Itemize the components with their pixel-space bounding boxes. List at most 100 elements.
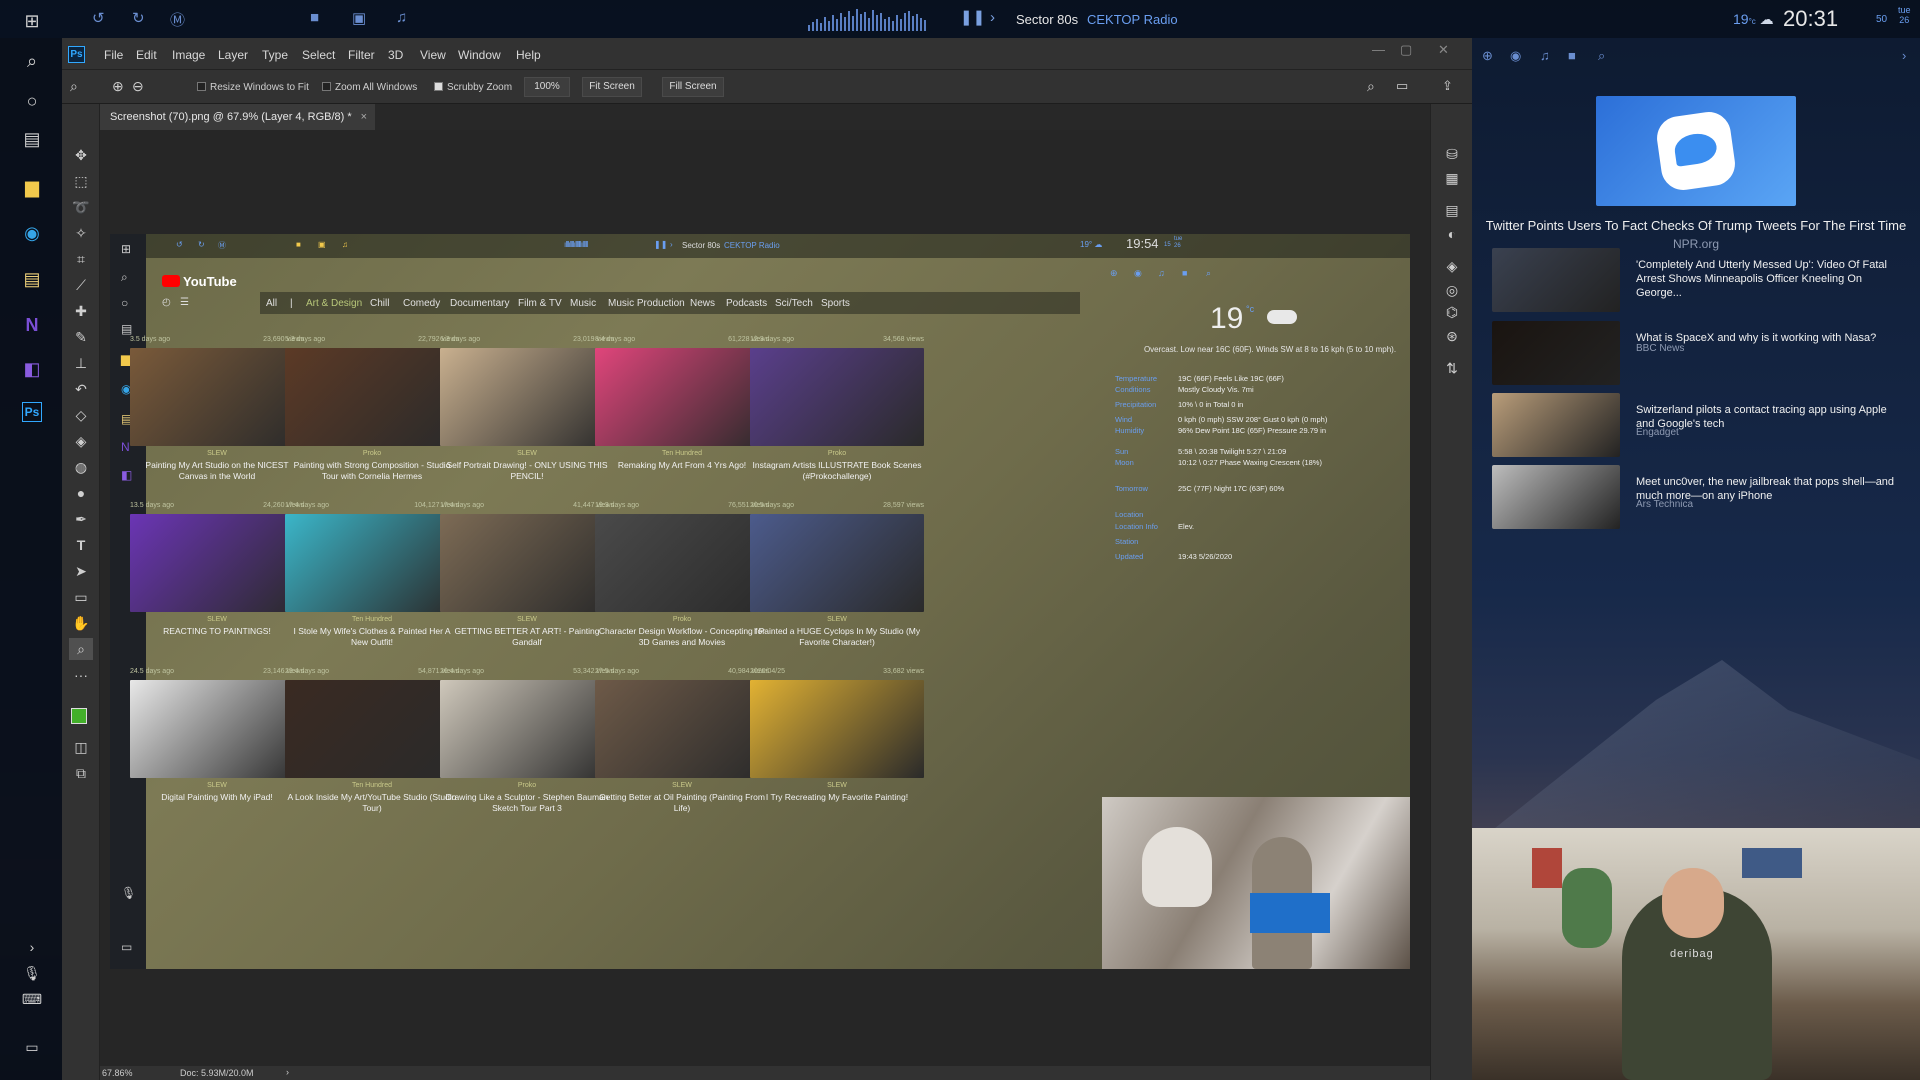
magic-wand-icon[interactable]: ✧ [69,222,93,244]
video-icon[interactable]: ▣ [352,9,366,27]
next-icon[interactable]: › [990,9,995,26]
healing-brush-icon[interactable]: ✚ [69,300,93,322]
menu-layer[interactable]: Layer [218,48,248,62]
adjustments-panel-icon[interactable]: ◐ [1442,226,1462,246]
file-explorer-icon[interactable]: ▆ [19,174,45,200]
minimize-button[interactable]: — [1372,42,1385,57]
eyedropper-icon[interactable]: ⟋ [69,274,93,296]
zoom-value[interactable]: 100% [524,77,570,97]
pause-icon[interactable]: ❚❚ [960,8,985,26]
menu-select[interactable]: Select [302,48,335,62]
more-tools-icon[interactable]: ··· [69,664,93,686]
layers-panel-icon[interactable]: ◈ [1442,258,1462,278]
fit-screen-button[interactable]: Fit Screen [582,77,642,97]
paint-bucket-icon[interactable]: ◈ [69,430,93,452]
visual-studio-icon[interactable]: ◧ [19,356,45,382]
search-icon[interactable]: ⌕ [19,48,45,74]
menu-file[interactable]: File [104,48,123,62]
news-title[interactable]: 'Completely And Utterly Messed Up': Vide… [1636,258,1906,300]
close-tab-icon[interactable]: × [361,104,367,130]
grid-panel-icon[interactable]: ▦ [1442,170,1462,190]
windows-start-icon[interactable]: ⊞ [19,8,45,34]
menu-type[interactable]: Type [262,48,288,62]
task-view-icon[interactable]: ▤ [19,126,45,152]
search-icon[interactable]: ⌕ [1367,78,1375,95]
status-zoom[interactable]: 67.86% [102,1068,133,1078]
cortana-icon[interactable]: ○ [19,88,45,114]
brush-tool-icon[interactable]: ✎ [69,326,93,348]
headphones-icon[interactable]: ♫ [396,9,407,26]
close-button[interactable]: ✕ [1438,42,1449,58]
chevron-right-icon[interactable]: › [19,934,45,960]
folder-icon[interactable]: ■ [310,9,319,26]
path-select-icon[interactable]: ➤ [69,560,93,582]
workspace-icon[interactable]: ▭ [1396,78,1408,94]
screen-mode-icon[interactable]: ⧉ [69,762,93,784]
move-tool-icon[interactable]: ✥ [69,144,93,166]
media-m-icon[interactable]: Ⓜ [170,9,185,30]
menu-view[interactable]: View [420,48,446,62]
news-item[interactable]: Meet unc0ver, the new jailbreak that pop… [1492,465,1902,529]
marquee-tool-icon[interactable]: ⬚ [69,170,93,192]
quick-mask-icon[interactable]: ◫ [69,736,93,758]
3d-panel-icon[interactable]: ⛁ [1442,146,1462,166]
blur-tool-icon[interactable]: ◍ [69,456,93,478]
fill-screen-button[interactable]: Fill Screen [662,77,724,97]
music-icon[interactable]: ♫ [1540,48,1550,63]
onenote-icon[interactable]: N [19,312,45,338]
zoom-tool-icon[interactable]: ⌕ [70,78,78,95]
rectangle-tool-icon[interactable]: ▭ [69,586,93,608]
chevron-right-icon[interactable]: › [1902,48,1906,63]
mic-speaker-icon[interactable]: 🎙 [19,960,45,986]
search-icon[interactable]: ⌕ [1598,48,1605,64]
history-brush-icon[interactable]: ↶ [69,378,93,400]
zoom-tool-icon[interactable]: ⌕ [69,638,93,660]
history-panel-icon[interactable]: ⇅ [1442,360,1462,380]
pen-tool-icon[interactable]: ✒ [69,508,93,530]
inner-media-replay-icon: ↻ [198,240,205,249]
menu-help[interactable]: Help [516,48,541,62]
menu-edit[interactable]: Edit [136,48,157,62]
keyboard-icon[interactable]: ⌨ [19,986,45,1012]
stamp-tool-icon[interactable]: ⊥ [69,352,93,374]
headline-image[interactable] [1596,96,1796,206]
share-icon[interactable]: ⇪ [1442,78,1453,94]
media-prev-icon[interactable]: ↺ [92,9,105,27]
crop-tool-icon[interactable]: ⌗ [69,248,93,270]
scrubby-zoom-checkbox[interactable]: Scrubby Zoom [434,82,512,93]
location-icon[interactable]: ◉ [1510,48,1521,64]
dodge-tool-icon[interactable]: ● [69,482,93,504]
resize-windows-checkbox[interactable]: Resize Windows to Fit [197,82,309,93]
status-chevron-icon[interactable]: › [286,1067,289,1077]
headline-title[interactable]: Twitter Points Users To Fact Checks Of T… [1472,218,1920,233]
libraries-panel-icon[interactable]: ⊛ [1442,328,1462,348]
globe-icon[interactable]: ⊕ [1482,48,1493,64]
notifications-icon[interactable]: ▭ [19,1034,45,1060]
zoom-in-icon[interactable]: ⊕ [112,78,124,95]
properties-panel-icon[interactable]: ▤ [1442,202,1462,222]
paths-panel-icon[interactable]: ⌬ [1442,304,1462,324]
media-replay-icon[interactable]: ↻ [132,9,145,27]
menu-window[interactable]: Window [458,48,501,62]
lasso-tool-icon[interactable]: ➰ [69,196,93,218]
zoom-out-icon[interactable]: ⊖ [132,78,144,95]
menu-image[interactable]: Image [172,48,205,62]
news-item[interactable]: Switzerland pilots a contact tracing app… [1492,393,1902,457]
foreground-color-swatch[interactable] [71,708,87,724]
type-tool-icon[interactable]: T [69,534,93,556]
edge-icon[interactable]: ◉ [19,220,45,246]
menu-3d[interactable]: 3D [388,48,403,62]
maximize-button[interactable]: ▢ [1400,42,1412,58]
hand-tool-icon[interactable]: ✋ [69,612,93,634]
channels-panel-icon[interactable]: ◎ [1442,282,1462,302]
eraser-tool-icon[interactable]: ◇ [69,404,93,426]
document-tab[interactable]: Screenshot (70).png @ 67.9% (Layer 4, RG… [100,104,375,130]
news-item[interactable]: What is SpaceX and why is it working wit… [1492,321,1902,385]
news-item[interactable]: 'Completely And Utterly Messed Up': Vide… [1492,248,1902,312]
sticky-notes-icon[interactable]: ▤ [19,266,45,292]
menu-filter[interactable]: Filter [348,48,375,62]
zoom-all-checkbox[interactable]: Zoom All Windows [322,82,417,93]
video-views: 28,597 views [883,502,924,509]
camera-icon[interactable]: ■ [1568,48,1576,63]
photoshop-icon[interactable]: Ps [22,402,42,422]
